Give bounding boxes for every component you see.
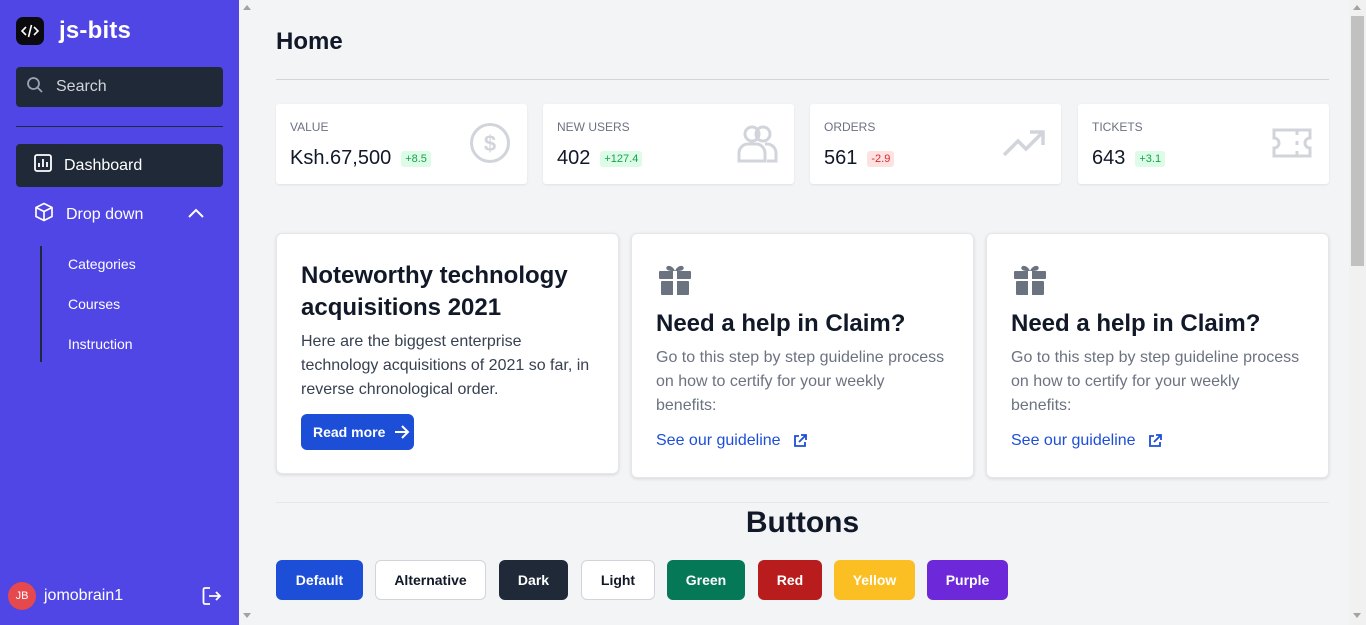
stat-label: Tickets bbox=[1092, 120, 1143, 134]
stat-value: 643 bbox=[1092, 147, 1126, 169]
purple-button[interactable]: Purple bbox=[927, 560, 1008, 600]
dollar-circle-icon: $ bbox=[469, 122, 511, 169]
cube-icon bbox=[34, 202, 54, 227]
sidebar-subitem-instruction[interactable]: Instruction bbox=[68, 336, 133, 352]
stat-change-badge: +8.5 bbox=[401, 150, 431, 167]
article-card: Noteworthy technology acquisitions 2021 … bbox=[276, 233, 619, 474]
section-divider bbox=[276, 502, 1329, 503]
card-description: Go to this step by step guideline proces… bbox=[1011, 349, 1300, 414]
light-button[interactable]: Light bbox=[581, 560, 655, 600]
card-title: Need a help in Claim? bbox=[656, 310, 906, 337]
stat-card-new-users: New users 402 +127.4 bbox=[543, 104, 794, 184]
app-title: js-bits bbox=[59, 17, 132, 44]
yellow-button[interactable]: Yellow bbox=[834, 560, 915, 600]
external-link-icon bbox=[793, 434, 807, 447]
guideline-link[interactable]: See our guideline bbox=[1011, 432, 1162, 450]
scroll-down-arrow-icon[interactable] bbox=[1353, 613, 1361, 618]
search-icon bbox=[26, 76, 44, 99]
page-title: Home bbox=[276, 28, 343, 55]
claim-card-2: Need a help in Claim? Go to this step by… bbox=[986, 233, 1329, 478]
red-button[interactable]: Red bbox=[758, 560, 822, 600]
sidebar-item-dropdown[interactable]: Drop down bbox=[16, 193, 223, 236]
username: jomobrain1 bbox=[44, 587, 124, 604]
users-icon bbox=[736, 122, 778, 169]
title-divider bbox=[276, 79, 1329, 80]
sidebar: js-bits Dashboard Drop down Categories C… bbox=[0, 0, 239, 625]
scroll-up-arrow-icon[interactable] bbox=[1353, 5, 1361, 10]
scroll-down-arrow-icon[interactable] bbox=[243, 613, 251, 618]
card-description: Here are the biggest enterprise technolo… bbox=[301, 333, 590, 398]
sidebar-item-label: Dashboard bbox=[64, 156, 143, 174]
search-input[interactable] bbox=[56, 78, 216, 96]
stat-card-orders: Orders 561 -2.9 bbox=[810, 104, 1061, 184]
gift-icon bbox=[1013, 262, 1047, 301]
search-box[interactable] bbox=[16, 67, 223, 107]
dropdown-submenu: Categories Courses Instruction bbox=[40, 246, 223, 362]
avatar[interactable]: JB bbox=[8, 582, 36, 610]
dark-button[interactable]: Dark bbox=[499, 560, 568, 600]
stat-change-badge: +3.1 bbox=[1135, 150, 1166, 167]
sidebar-subitem-courses[interactable]: Courses bbox=[68, 296, 120, 312]
user-profile: JB jomobrain1 bbox=[8, 582, 223, 610]
card-description: Go to this step by step guideline proces… bbox=[656, 349, 945, 414]
default-button[interactable]: Default bbox=[276, 560, 363, 600]
chevron-up-icon[interactable] bbox=[187, 206, 205, 224]
scroll-up-arrow-icon[interactable] bbox=[243, 5, 251, 10]
arrow-right-icon bbox=[395, 425, 410, 439]
stat-card-value: Value Ksh.67,500 +8.5 $ bbox=[276, 104, 527, 184]
stat-value: Ksh.67,500 bbox=[290, 147, 392, 169]
stat-label: Value bbox=[290, 120, 329, 134]
card-title: Need a help in Claim? bbox=[1011, 310, 1261, 337]
sidebar-item-dashboard[interactable]: Dashboard bbox=[16, 144, 223, 187]
scrollbar-thumb[interactable] bbox=[1351, 16, 1364, 266]
stat-value: 561 bbox=[824, 147, 858, 169]
svg-text:$: $ bbox=[484, 131, 496, 156]
external-link-icon bbox=[1148, 434, 1162, 447]
code-icon bbox=[16, 17, 44, 45]
gift-icon bbox=[658, 262, 692, 301]
trending-up-icon bbox=[1002, 122, 1045, 169]
card-title: Noteworthy technology acquisitions 2021 bbox=[301, 262, 568, 321]
stat-change-badge: +127.4 bbox=[600, 150, 643, 167]
sidebar-subitem-categories[interactable]: Categories bbox=[68, 256, 136, 272]
guideline-link[interactable]: See our guideline bbox=[656, 432, 807, 450]
sidebar-scrollbar[interactable] bbox=[239, 0, 254, 625]
stat-label: Orders bbox=[824, 120, 876, 134]
stat-label: New users bbox=[557, 120, 630, 134]
claim-card-1: Need a help in Claim? Go to this step by… bbox=[631, 233, 974, 478]
sidebar-divider bbox=[16, 126, 223, 127]
green-button[interactable]: Green bbox=[667, 560, 745, 600]
alternative-button[interactable]: Alternative bbox=[375, 560, 486, 600]
stat-value: 402 bbox=[557, 147, 591, 169]
chart-icon bbox=[34, 154, 52, 177]
page-scrollbar[interactable] bbox=[1349, 0, 1366, 625]
sidebar-item-label: Drop down bbox=[66, 205, 144, 223]
stat-card-tickets: Tickets 643 +3.1 bbox=[1078, 104, 1329, 184]
logout-icon[interactable] bbox=[201, 585, 223, 612]
section-title: Buttons bbox=[745, 506, 860, 539]
ticket-icon bbox=[1271, 122, 1313, 169]
read-more-button[interactable]: Read more bbox=[301, 414, 414, 450]
brand[interactable]: js-bits bbox=[16, 17, 131, 45]
stat-change-badge: -2.9 bbox=[867, 150, 895, 167]
